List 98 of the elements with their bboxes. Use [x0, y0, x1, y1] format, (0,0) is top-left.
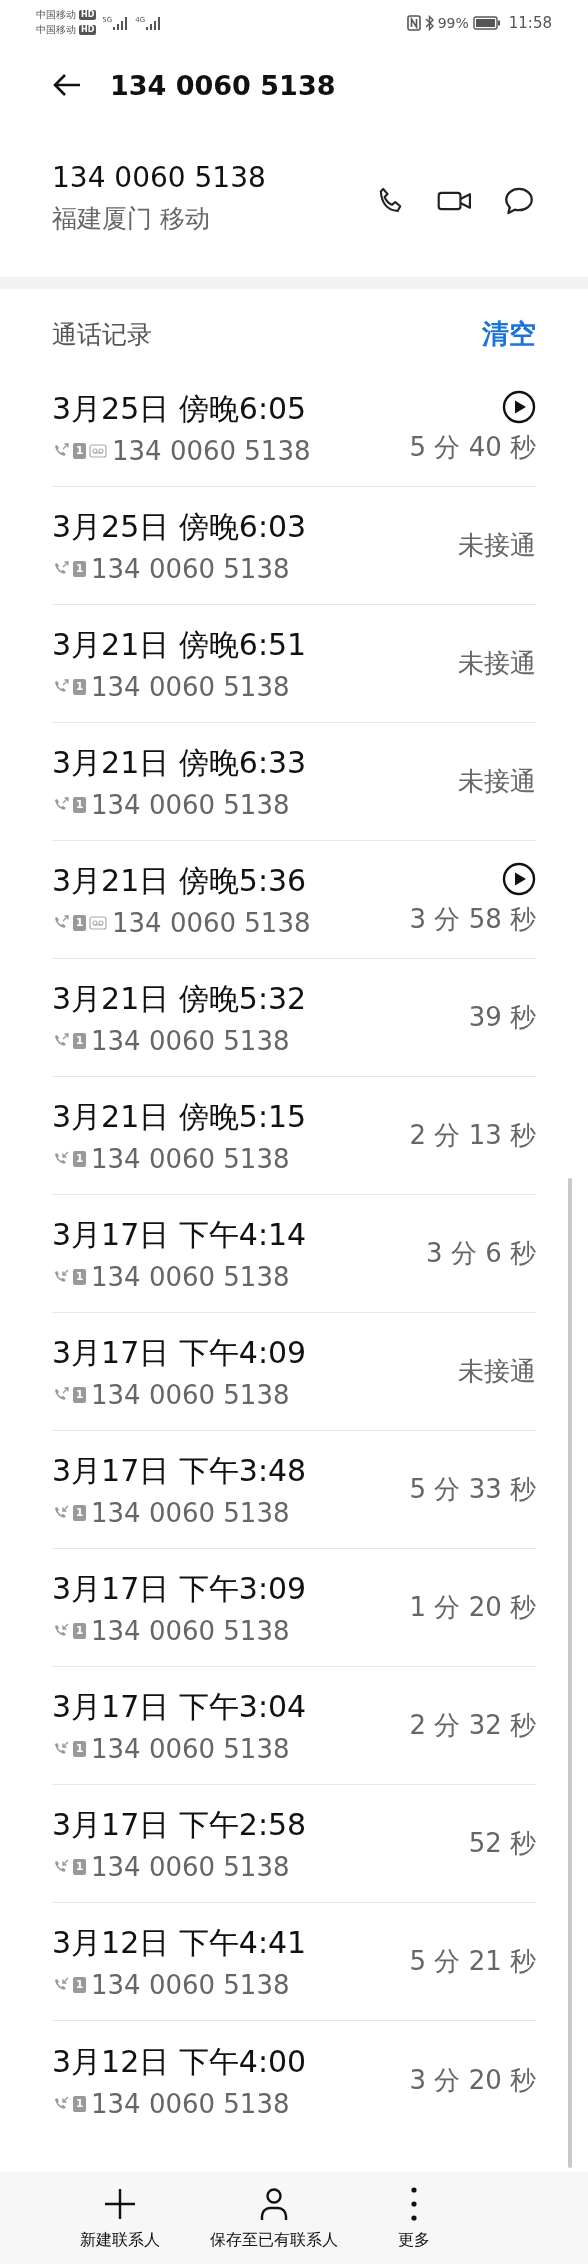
new-contact-button[interactable]: 新建联系人 — [80, 2185, 160, 2251]
call-duration: 3 分 58 秒 — [409, 903, 536, 936]
call-number: 134 0060 5138 — [112, 436, 311, 466]
call-number: 134 0060 5138 — [91, 2088, 290, 2119]
sim-badge: 1 — [73, 1387, 86, 1403]
bluetooth-icon — [424, 14, 434, 31]
sim-badge: 1 — [73, 1269, 86, 1285]
sim-badge: 1 — [73, 2095, 86, 2112]
call-record[interactable]: 3月17日 下午3:48 1 134 0060 5138 5 分 33 秒 — [52, 1431, 536, 1549]
sim-badge: 1 — [73, 797, 86, 813]
save-to-contact-button[interactable]: 保存至已有联系人 — [210, 2185, 338, 2251]
call-time: 3月21日 傍晚5:36 — [52, 862, 308, 900]
call-time: 3月25日 傍晚6:05 — [52, 390, 308, 428]
clock: 11:58 — [508, 13, 552, 32]
number-location: 福建厦门 移动 — [52, 203, 211, 235]
call-duration: 未接通 — [458, 647, 536, 680]
carrier-name: 中国移动 — [36, 23, 76, 37]
call-duration: 39 秒 — [468, 1001, 536, 1034]
clear-button[interactable]: 清空 — [482, 316, 536, 352]
play-icon[interactable] — [502, 862, 536, 896]
call-number: 134 0060 5138 — [91, 1262, 290, 1292]
nfc-icon — [406, 14, 421, 31]
sim-badge: 1 — [73, 1977, 86, 1993]
call-number: 134 0060 5138 — [91, 1852, 290, 1882]
call-duration: 未接通 — [458, 529, 536, 562]
signal-icon — [113, 15, 130, 30]
call-duration: 5 分 21 秒 — [409, 1945, 536, 1978]
call-number: 134 0060 5138 — [91, 1970, 290, 2000]
sim-badge: 1 — [73, 1859, 86, 1875]
call-time: 3月12日 下午4:00 — [52, 2042, 307, 2081]
call-number: 134 0060 5138 — [91, 1734, 290, 1764]
call-time: 3月17日 下午3:04 — [52, 1688, 307, 1726]
call-time: 3月17日 下午4:09 — [52, 1334, 307, 1372]
sim-badge: 1 — [73, 1033, 86, 1049]
call-number: 134 0060 5138 — [91, 1380, 290, 1410]
hd-badge: HD — [79, 25, 97, 35]
section-title: 通话记录 — [52, 318, 152, 351]
call-record[interactable]: 3月17日 下午2:58 1 134 0060 5138 52 秒 — [52, 1785, 536, 1903]
call-number: 134 0060 5138 — [112, 908, 311, 938]
hd-badge: HD — [79, 10, 97, 20]
call-time: 3月21日 傍晚5:32 — [52, 980, 307, 1018]
call-time: 3月17日 下午3:48 — [52, 1452, 307, 1490]
call-duration: 5 分 33 秒 — [409, 1473, 536, 1506]
call-record[interactable]: 3月17日 下午3:09 1 134 0060 5138 1 分 20 秒 — [52, 1549, 536, 1667]
sim-badge: 1 — [73, 561, 86, 577]
signal-icon — [146, 15, 163, 30]
call-duration: 3 分 6 秒 — [426, 1237, 536, 1270]
battery-percent: 99% — [437, 14, 469, 31]
call-record[interactable]: 3月21日 傍晚6:33 1 134 0060 5138 未接通 — [52, 723, 536, 841]
sim-badge: 1 — [73, 679, 86, 695]
back-icon[interactable] — [52, 73, 82, 97]
call-number: 134 0060 5138 — [91, 1616, 290, 1646]
call-duration: 52 秒 — [468, 1827, 536, 1860]
page-title: 134 0060 5138 — [110, 69, 336, 101]
call-record[interactable]: 3月21日 傍晚6:51 1 134 0060 5138 未接通 — [52, 605, 536, 723]
call-number: 134 0060 5138 — [91, 790, 290, 820]
play-icon[interactable] — [502, 390, 536, 424]
call-duration: 未接通 — [458, 1355, 536, 1388]
call-duration: 2 分 13 秒 — [409, 1119, 536, 1152]
call-duration: 未接通 — [458, 765, 536, 798]
call-record[interactable]: 3月12日 下午4:00 1 134 0060 5138 3 分 20 秒 — [52, 2021, 536, 2139]
sim-badge: 1 — [73, 1505, 86, 1521]
call-number: 134 0060 5138 — [91, 1144, 290, 1174]
sim-badge: 1 — [73, 915, 86, 931]
call-record[interactable]: 3月17日 下午4:09 1 134 0060 5138 未接通 — [52, 1313, 536, 1431]
call-time: 3月17日 下午2:58 — [52, 1806, 307, 1844]
call-time: 3月21日 傍晚6:33 — [52, 744, 307, 782]
call-duration: 2 分 32 秒 — [409, 1709, 536, 1742]
phone-number: 134 0060 5138 — [52, 161, 267, 194]
call-time: 3月21日 傍晚6:51 — [52, 626, 307, 664]
call-record[interactable]: 3月25日 傍晚6:03 1 134 0060 5138 未接通 — [52, 487, 536, 605]
call-record[interactable]: 3月21日 傍晚5:15 1 134 0060 5138 2 分 13 秒 — [52, 1077, 536, 1195]
sim-badge: 1 — [73, 1623, 86, 1639]
call-duration: 3 分 20 秒 — [409, 2063, 536, 2097]
sim-badge: 1 — [73, 1151, 86, 1167]
call-time: 3月25日 傍晚6:03 — [52, 508, 307, 546]
call-number: 134 0060 5138 — [91, 1026, 290, 1056]
call-record[interactable]: 3月12日 下午4:41 1 134 0060 5138 5 分 21 秒 — [52, 1903, 536, 2021]
call-time: 3月17日 下午4:14 — [52, 1216, 307, 1254]
battery-icon — [472, 15, 501, 30]
call-duration: 5 分 40 秒 — [409, 431, 536, 464]
sim-badge: 1 — [73, 443, 86, 459]
sim-badge: 1 — [73, 1741, 86, 1757]
carrier-name: 中国移动 — [36, 8, 76, 22]
call-record[interactable]: 3月21日 傍晚5:32 1 134 0060 5138 39 秒 — [52, 959, 536, 1077]
call-number: 134 0060 5138 — [91, 672, 290, 702]
call-record[interactable]: 3月17日 下午3:04 1 134 0060 5138 2 分 32 秒 — [52, 1667, 536, 1785]
call-record[interactable]: 3月25日 傍晚6:05 1 134 0060 5138 5 分 40 秒 — [52, 369, 536, 487]
call-time: 3月21日 傍晚5:15 — [52, 1098, 307, 1136]
call-time: 3月17日 下午3:09 — [52, 1570, 307, 1608]
more-icon — [410, 2185, 418, 2222]
call-number: 134 0060 5138 — [91, 554, 290, 584]
call-record[interactable]: 3月21日 傍晚5:36 1 134 0060 5138 3 分 58 秒 — [52, 841, 536, 959]
call-duration: 1 分 20 秒 — [409, 1591, 536, 1624]
call-number: 134 0060 5138 — [91, 1498, 290, 1528]
call-time: 3月12日 下午4:41 — [52, 1924, 307, 1962]
more-button[interactable]: 更多 — [398, 2185, 430, 2251]
call-record[interactable]: 3月17日 下午4:14 1 134 0060 5138 3 分 6 秒 — [52, 1195, 536, 1313]
